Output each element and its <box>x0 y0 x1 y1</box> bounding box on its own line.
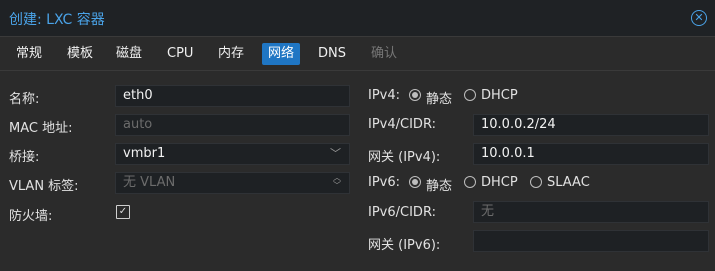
tab-disk[interactable]: 磁盘 <box>110 43 148 65</box>
ipv6-dhcp-radio[interactable] <box>464 176 476 188</box>
gateway-ipv6-label: 网关 (IPv6): <box>368 238 441 253</box>
name-value: eth0 <box>123 88 153 103</box>
ipv4-static-label: 静态 <box>426 92 453 107</box>
ipv6-static-label: 静态 <box>426 179 453 194</box>
mac-field[interactable]: auto <box>115 114 350 136</box>
tab-bar: 常规 模板 磁盘 CPU 内存 网络 DNS 确认 <box>0 37 715 70</box>
tab-confirm: 确认 <box>371 46 398 61</box>
vlan-placeholder: 无 VLAN <box>123 175 176 190</box>
ipv6-slaac-radio[interactable] <box>530 176 542 188</box>
dialog-title: 创建: LXC 容器 <box>9 12 105 28</box>
tab-template[interactable]: 模板 <box>61 43 99 65</box>
name-label: 名称: <box>9 92 40 107</box>
firewall-checkbox[interactable]: ✓ <box>116 205 130 219</box>
gateway-ipv4-label: 网关 (IPv4): <box>368 150 441 165</box>
firewall-label: 防火墙: <box>9 209 53 224</box>
ipv6-slaac-label: SLAAC <box>547 175 590 190</box>
bridge-select[interactable]: vmbr1 ﹀ <box>115 143 350 165</box>
ipv6-cidr-field[interactable]: 无 <box>473 201 709 223</box>
tab-dns[interactable]: DNS <box>312 43 352 65</box>
bridge-label: 桥接: <box>9 150 40 165</box>
ipv6-label: IPv6: <box>368 175 401 190</box>
tab-general[interactable]: 常规 <box>10 43 48 65</box>
gateway-ipv4-field[interactable]: 10.0.0.1 <box>473 143 709 165</box>
ipv6-cidr-placeholder: 无 <box>481 204 495 219</box>
spinner-icon[interactable]: ︿ ﹀ <box>332 174 342 192</box>
ipv6-static-radio[interactable] <box>409 176 421 188</box>
ipv6-cidr-label: IPv6/CIDR: <box>368 205 436 220</box>
tab-network[interactable]: 网络 <box>262 43 301 65</box>
gateway-ipv6-field[interactable] <box>473 230 709 252</box>
mac-label: MAC 地址: <box>9 121 73 136</box>
divider <box>0 70 715 71</box>
ipv4-cidr-label: IPv4/CIDR: <box>368 117 436 132</box>
ipv4-dhcp-label: DHCP <box>481 88 518 103</box>
tab-memory[interactable]: 内存 <box>212 43 250 65</box>
create-lxc-dialog: 创建: LXC 容器 ✕ 常规 模板 磁盘 CPU 内存 网络 DNS 确认 名… <box>0 0 715 271</box>
chevron-down-icon[interactable]: ﹀ <box>330 144 341 164</box>
ipv6-dhcp-label: DHCP <box>481 175 518 190</box>
mac-placeholder: auto <box>123 117 153 132</box>
ipv4-cidr-field[interactable]: 10.0.0.2/24 <box>473 114 709 136</box>
gateway-ipv4-value: 10.0.0.1 <box>481 146 535 161</box>
vlan-field[interactable]: 无 VLAN ︿ ﹀ <box>115 172 350 194</box>
ipv4-label: IPv4: <box>368 88 401 103</box>
close-icon[interactable]: ✕ <box>691 10 707 26</box>
bridge-value: vmbr1 <box>123 146 166 161</box>
ipv4-dhcp-radio[interactable] <box>464 89 476 101</box>
ipv4-cidr-value: 10.0.0.2/24 <box>481 117 556 132</box>
ipv4-static-radio[interactable] <box>409 89 421 101</box>
name-field[interactable]: eth0 <box>115 85 350 107</box>
title-bar: 创建: LXC 容器 ✕ <box>0 0 715 37</box>
tab-cpu[interactable]: CPU <box>161 43 199 65</box>
vlan-label: VLAN 标签: <box>9 179 79 194</box>
